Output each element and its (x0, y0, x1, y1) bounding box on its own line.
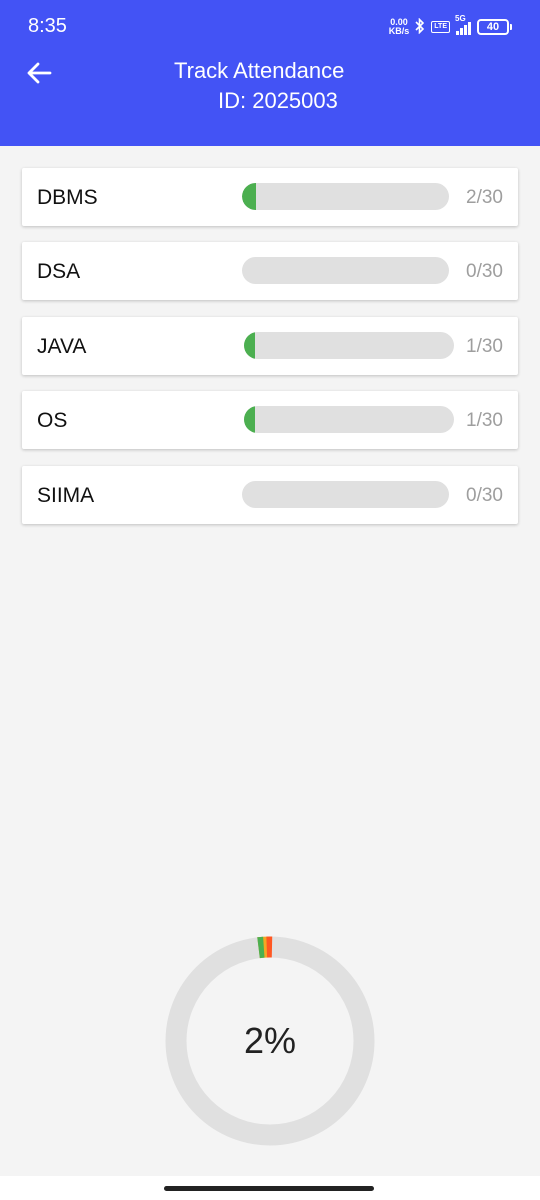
battery-level: 40 (477, 19, 509, 35)
attendance-count: 0/30 (466, 485, 503, 506)
student-id: ID: 2025003 (218, 88, 338, 113)
attendance-progress-bar (244, 406, 454, 433)
attendance-progress-fill (244, 332, 255, 359)
subject-name: SIIMA (37, 484, 95, 507)
overall-attendance-gauge: 2% (165, 936, 375, 1146)
attendance-progress-fill (244, 406, 255, 433)
volte-icon: LTE (431, 21, 450, 33)
app-header: 8:35 0.00 KB/s LTE 5G 40 Track Attendanc… (0, 0, 540, 146)
home-gesture-indicator[interactable] (164, 1186, 374, 1191)
subject-card-java[interactable]: JAVA 1/30 (22, 317, 518, 375)
net-speed-unit: KB/s (388, 26, 410, 36)
signal-icon: 5G (455, 14, 471, 35)
attendance-progress-bar (244, 332, 454, 359)
attendance-progress-fill (242, 183, 256, 210)
subject-name: DSA (37, 260, 81, 283)
attendance-progress-bar (242, 481, 449, 508)
status-icons: 0.00 KB/s LTE 5G 40 (389, 14, 512, 38)
attendance-count: 0/30 (466, 261, 503, 282)
net-speed-indicator: 0.00 KB/s (389, 18, 410, 36)
attendance-count: 1/30 (466, 410, 503, 431)
status-bar: 8:35 0.00 KB/s LTE 5G 40 (0, 0, 540, 56)
attendance-count: 2/30 (466, 187, 503, 208)
status-time: 8:35 (28, 15, 67, 37)
back-button[interactable] (22, 56, 56, 90)
network-type: 5G (455, 13, 466, 23)
page-title: Track Attendance (174, 58, 345, 83)
bluetooth-icon (415, 17, 425, 37)
subject-card-siima[interactable]: SIIMA 0/30 (22, 466, 518, 524)
subject-card-os[interactable]: OS 1/30 (22, 391, 518, 449)
battery-icon: 40 (477, 19, 512, 35)
attendance-progress-bar (242, 257, 449, 284)
attendance-progress-bar (242, 183, 449, 210)
attendance-count: 1/30 (466, 336, 503, 357)
subject-card-dsa[interactable]: DSA 0/30 (22, 242, 518, 300)
subject-name: OS (37, 409, 68, 432)
subject-card-dbms[interactable]: DBMS 2/30 (22, 168, 518, 226)
arrow-left-icon (27, 62, 52, 84)
subject-name: JAVA (37, 335, 87, 358)
subject-name: DBMS (37, 186, 98, 209)
overall-percent: 2% (243, 1020, 297, 1061)
